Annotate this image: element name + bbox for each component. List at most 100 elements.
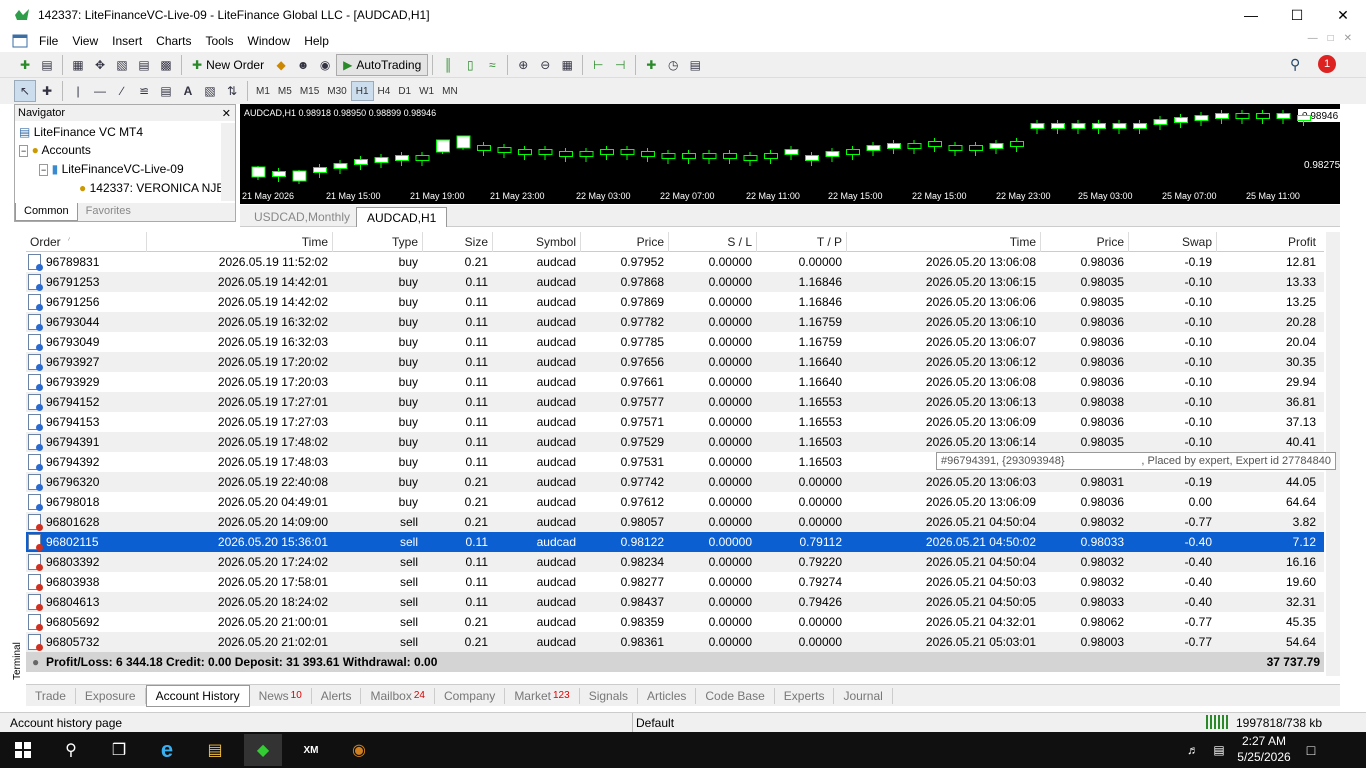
new-order-button[interactable]: ✚ New Order bbox=[186, 54, 270, 76]
column-header-profit[interactable]: Profit bbox=[1216, 235, 1316, 249]
column-header-tp[interactable]: T / P bbox=[756, 235, 842, 249]
table-row[interactable]: 96794153 2026.05.19 17:27:03 buy 0.11 audcad… bbox=[26, 412, 1324, 432]
menu-file[interactable]: File bbox=[32, 34, 65, 48]
table-row[interactable]: 96805692 2026.05.20 21:00:01 sell 0.21 audca… bbox=[26, 612, 1324, 632]
metaeditor-icon[interactable]: ◆ bbox=[270, 54, 292, 76]
table-row[interactable]: 96793044 2026.05.19 16:32:02 buy 0.11 audcad… bbox=[26, 312, 1324, 332]
menu-window[interactable]: Window bbox=[241, 34, 298, 48]
app-icon[interactable]: ◉ bbox=[344, 736, 374, 764]
text-label-icon[interactable]: ▧ bbox=[199, 80, 221, 102]
line-chart-icon[interactable]: ≈ bbox=[481, 54, 503, 76]
cursor-icon[interactable]: ↖ bbox=[14, 80, 36, 102]
column-divider[interactable] bbox=[422, 232, 423, 252]
vertical-line-icon[interactable]: | bbox=[67, 80, 89, 102]
table-row[interactable]: 96798018 2026.05.20 04:49:01 buy 0.21 audcad… bbox=[26, 492, 1324, 512]
strategy-tester-icon[interactable]: ▩ bbox=[155, 54, 177, 76]
search-icon[interactable]: ⚲ bbox=[56, 736, 86, 764]
terminal-tab-signals[interactable]: Signals bbox=[580, 687, 639, 704]
internet-explorer-icon[interactable]: e bbox=[152, 736, 182, 764]
price-chart[interactable]: AUDCAD,H1 0.98918 0.98950 0.98899 0.9894… bbox=[240, 104, 1341, 204]
table-row[interactable]: 96805732 2026.05.20 21:02:01 sell 0.21 audca… bbox=[26, 632, 1324, 652]
mdi-minimize-button[interactable]: — bbox=[1308, 33, 1318, 44]
chart-shift-icon[interactable]: ⊢ bbox=[587, 54, 609, 76]
menu-insert[interactable]: Insert bbox=[105, 34, 149, 48]
timeframe-m5[interactable]: M5 bbox=[274, 81, 296, 101]
mdi-close-button[interactable]: ✕ bbox=[1344, 33, 1352, 44]
indicators-icon[interactable]: ✚ bbox=[640, 54, 662, 76]
column-header-symbol[interactable]: Symbol bbox=[492, 235, 576, 249]
search-icon[interactable]: ⚲ bbox=[1290, 56, 1300, 73]
channel-icon[interactable]: ≌ bbox=[133, 80, 155, 102]
column-divider[interactable] bbox=[492, 232, 493, 252]
autotrading-button[interactable]: ▶ AutoTrading bbox=[336, 53, 429, 76]
menu-charts[interactable]: Charts bbox=[149, 34, 198, 48]
timeframe-m1[interactable]: M1 bbox=[252, 81, 274, 101]
column-header-open-time[interactable]: Time bbox=[146, 235, 328, 249]
chart-tab-usdcad[interactable]: USDCAD,Monthly bbox=[244, 207, 360, 227]
taskbar-date[interactable]: 5/25/2026 bbox=[1232, 750, 1296, 764]
nav-root[interactable]: ▤ LiteFinance VC MT4 bbox=[19, 125, 143, 139]
column-divider[interactable] bbox=[332, 232, 333, 252]
nav-server[interactable]: − ▮ LiteFinanceVC-Live-09 bbox=[39, 162, 184, 176]
task-view-icon[interactable]: ❒ bbox=[104, 736, 134, 764]
column-header-type[interactable]: Type bbox=[332, 235, 418, 249]
signals-icon[interactable]: ◉ bbox=[314, 54, 336, 76]
table-row[interactable]: 96803392 2026.05.20 17:24:02 sell 0.11 audca… bbox=[26, 552, 1324, 572]
trendline-icon[interactable]: ∕ bbox=[111, 80, 133, 102]
community-icon[interactable]: ☻ bbox=[292, 54, 314, 76]
terminal-tab-market[interactable]: Market 123 bbox=[505, 687, 580, 704]
terminal-icon[interactable]: ▤ bbox=[133, 54, 155, 76]
column-header-sl[interactable]: S / L bbox=[668, 235, 752, 249]
column-divider[interactable] bbox=[846, 232, 847, 252]
xm-app-icon[interactable]: XM bbox=[296, 736, 326, 764]
close-button[interactable]: ✕ bbox=[1320, 0, 1366, 30]
data-window-icon[interactable]: ✥ bbox=[89, 54, 111, 76]
column-divider[interactable] bbox=[668, 232, 669, 252]
fibonacci-icon[interactable]: ▤ bbox=[155, 80, 177, 102]
table-row[interactable]: 96803938 2026.05.20 17:58:01 sell 0.11 audca… bbox=[26, 572, 1324, 592]
nav-accounts[interactable]: − ● Accounts bbox=[19, 143, 91, 157]
timeframe-h4[interactable]: H4 bbox=[374, 81, 395, 101]
alerts-badge[interactable]: 1 bbox=[1318, 55, 1336, 73]
menu-tools[interactable]: Tools bbox=[199, 34, 241, 48]
maximize-button[interactable]: ☐ bbox=[1274, 0, 1320, 30]
new-chart-icon[interactable]: ✚ bbox=[14, 54, 36, 76]
table-row[interactable]: 96793927 2026.05.19 17:20:02 buy 0.11 audcad… bbox=[26, 352, 1324, 372]
mdi-restore-button[interactable]: □ bbox=[1328, 33, 1334, 44]
table-row[interactable]: 96794391 2026.05.19 17:48:02 buy 0.11 audcad… bbox=[26, 432, 1324, 452]
table-row[interactable]: 96791253 2026.05.19 14:42:01 buy 0.11 audcad… bbox=[26, 272, 1324, 292]
timeframe-m30[interactable]: M30 bbox=[323, 81, 350, 101]
column-header-order[interactable]: Order bbox=[30, 235, 146, 249]
taskbar-time[interactable]: 2:27 AM bbox=[1232, 734, 1296, 748]
terminal-tab-articles[interactable]: Articles bbox=[638, 687, 697, 704]
bar-chart-icon[interactable]: ║ bbox=[437, 54, 459, 76]
column-header-open-price[interactable]: Price bbox=[580, 235, 664, 249]
litefinance-app-icon[interactable]: ◆ bbox=[244, 734, 282, 766]
market-watch-icon[interactable]: ▦ bbox=[67, 54, 89, 76]
navigator-scrollbar[interactable] bbox=[221, 123, 235, 201]
column-divider[interactable] bbox=[580, 232, 581, 252]
table-row[interactable]: 96793049 2026.05.19 16:32:03 buy 0.11 audcad… bbox=[26, 332, 1324, 352]
arrows-icon[interactable]: ⇅ bbox=[221, 80, 243, 102]
notifications-icon[interactable]: □ bbox=[1296, 736, 1326, 764]
auto-scroll-icon[interactable]: ⊣ bbox=[609, 54, 631, 76]
horizontal-line-icon[interactable]: — bbox=[89, 80, 111, 102]
table-row[interactable]: 96794152 2026.05.19 17:27:01 buy 0.11 audcad… bbox=[26, 392, 1324, 412]
terminal-tab-journal[interactable]: Journal bbox=[834, 687, 893, 704]
file-explorer-icon[interactable]: ▤ bbox=[200, 736, 230, 764]
terminal-tab-mailbox[interactable]: Mailbox 24 bbox=[361, 687, 435, 704]
terminal-tab-code-base[interactable]: Code Base bbox=[696, 687, 775, 704]
periods-icon[interactable]: ◷ bbox=[662, 54, 684, 76]
table-row[interactable]: 96801628 2026.05.20 14:09:00 sell 0.21 audca… bbox=[26, 512, 1324, 532]
table-row[interactable]: 96802115 2026.05.20 15:36:01 sell 0.11 audca… bbox=[26, 532, 1324, 552]
table-row[interactable]: 96804613 2026.05.20 18:24:02 sell 0.11 audca… bbox=[26, 592, 1324, 612]
timeframe-m15[interactable]: M15 bbox=[296, 81, 323, 101]
column-divider[interactable] bbox=[1216, 232, 1217, 252]
terminal-tab-alerts[interactable]: Alerts bbox=[312, 687, 362, 704]
profiles-icon[interactable]: ▤ bbox=[36, 54, 58, 76]
column-header-swap[interactable]: Swap bbox=[1128, 235, 1212, 249]
text-icon[interactable]: A bbox=[177, 80, 199, 102]
column-divider[interactable] bbox=[1040, 232, 1041, 252]
chart-window-icon[interactable] bbox=[12, 34, 28, 48]
nav-account[interactable]: ● 142337: VERONICA NJE bbox=[79, 181, 224, 195]
